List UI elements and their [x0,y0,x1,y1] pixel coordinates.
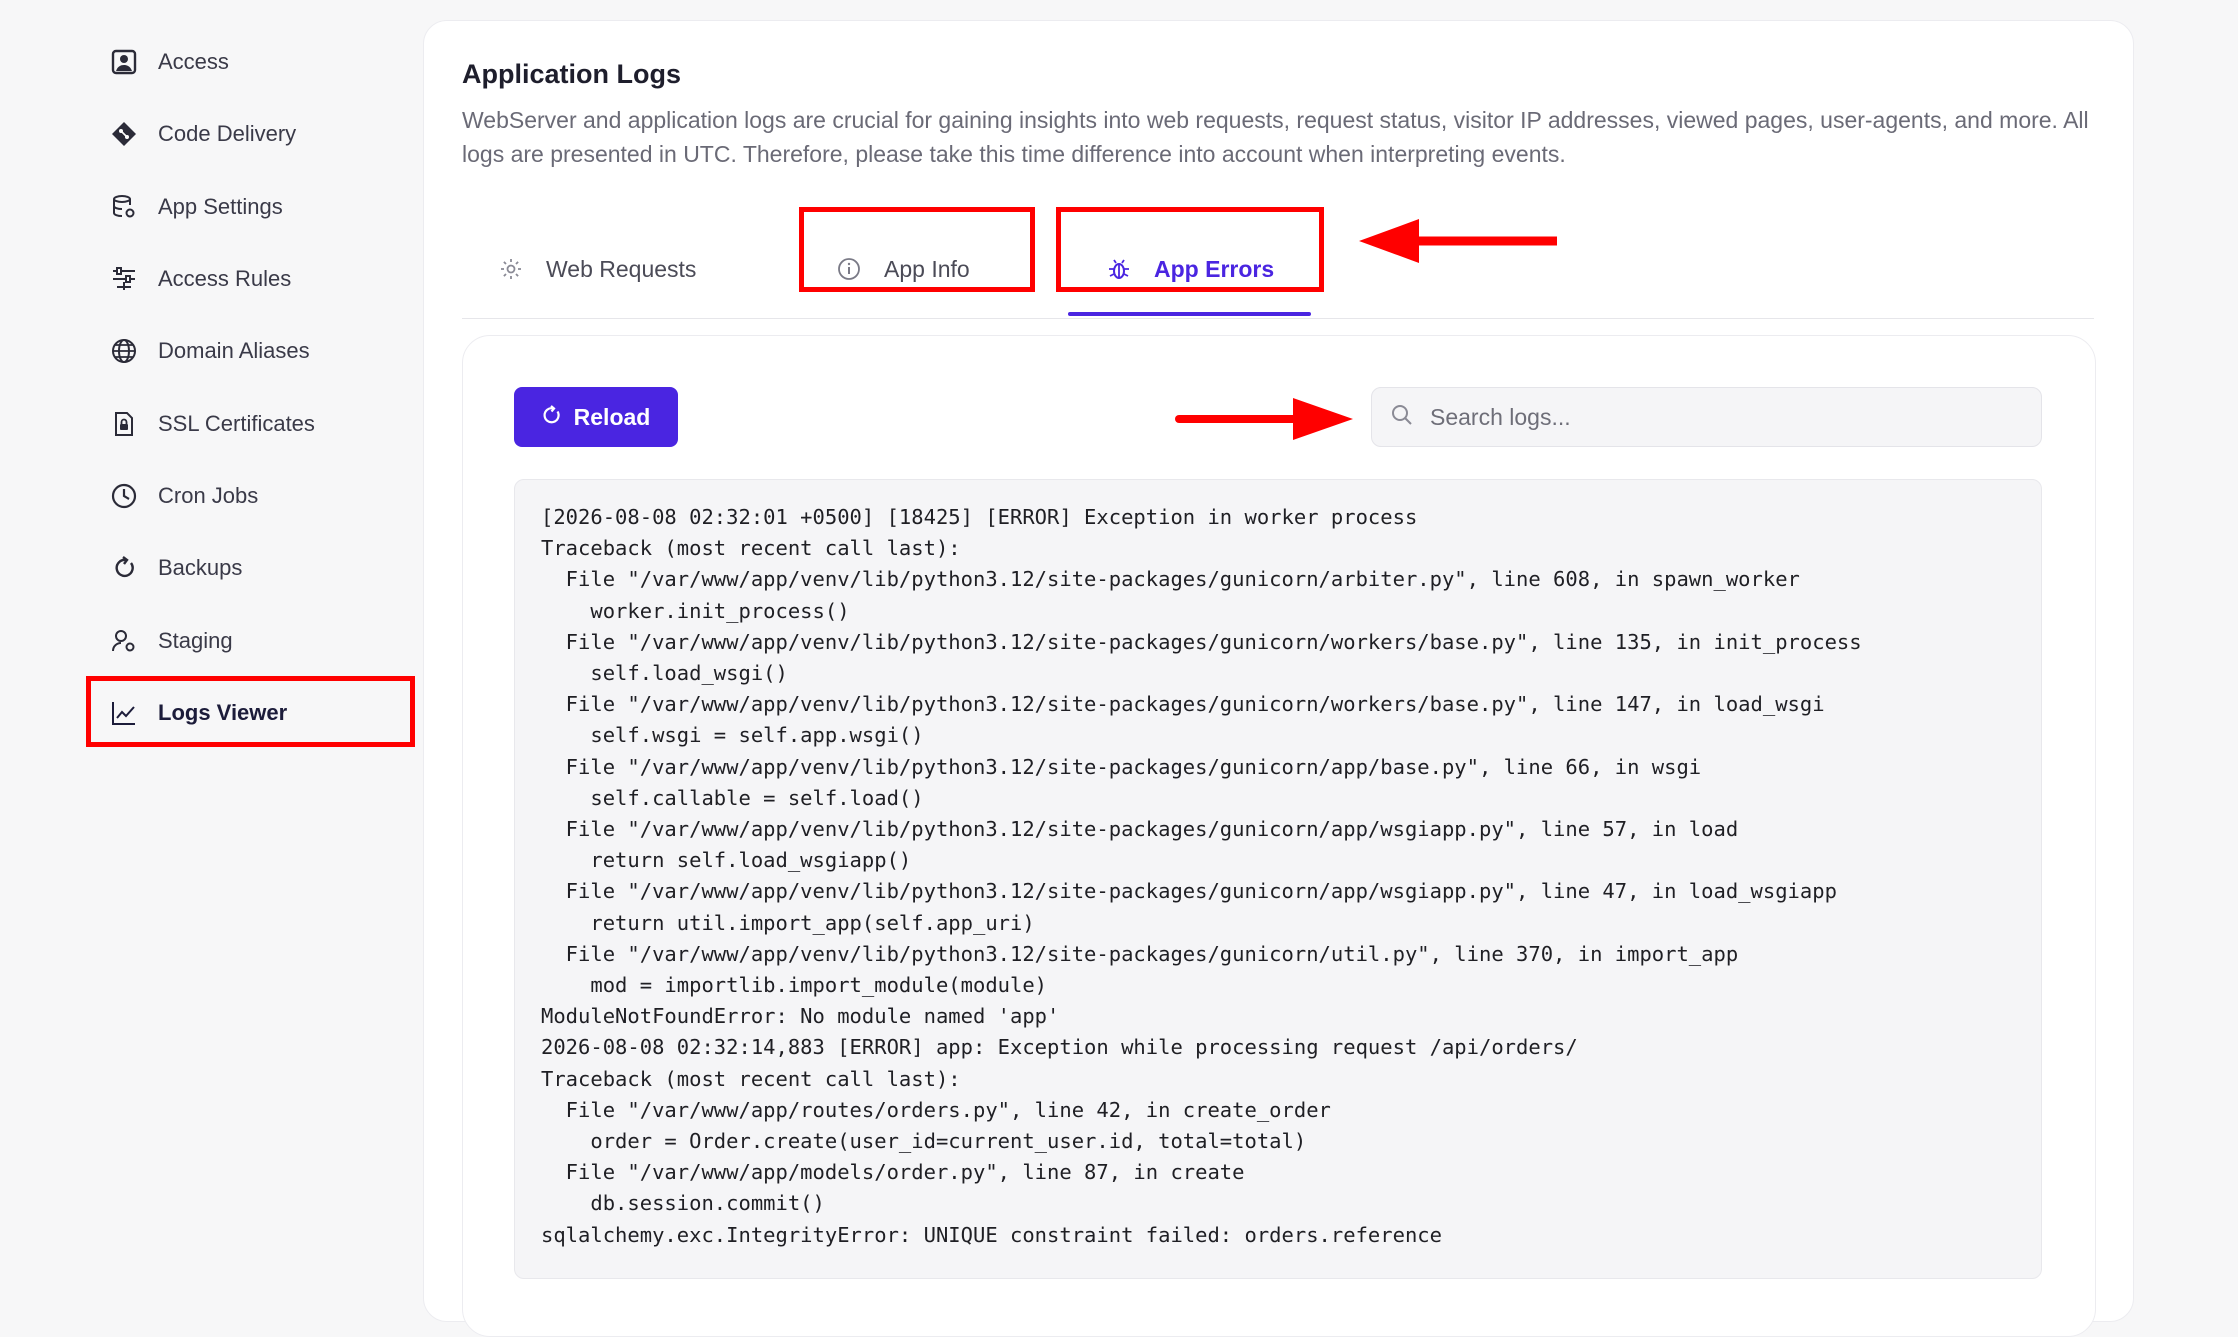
sidebar-item-label: Code Delivery [158,121,297,146]
page-description: WebServer and application logs are cruci… [462,107,2089,167]
page-title: Application Logs [462,59,681,89]
log-line: sqlalchemy.exc.IntegrityError: UNIQUE co… [541,1222,1442,1247]
log-line: db.session.commit() [590,1191,825,1216]
annotation-highlight-box [86,676,415,747]
sidebar: Access Code Delivery App Settings Access… [0,0,420,1298]
tab-web-requests[interactable]: Web Requests [498,221,696,317]
sidebar-item-cron-jobs[interactable]: Cron Jobs [110,476,258,516]
logs-card: Reload [2026-08-08 02:32:01 +0500] [1842… [462,335,2096,1337]
log-line: File "/var/www/app/venv/lib/python3.12/s… [565,567,1800,592]
main-panel: Application Logs WebServer and applicati… [423,20,2134,1337]
log-line: Traceback (most recent call last): [541,1066,961,1091]
log-line: worker.init_process() [590,598,850,623]
annotation-box-app-info [799,207,1035,292]
log-line: self.wsgi = self.app.wsgi() [590,723,924,748]
reload-label: Reload [573,403,651,430]
log-line: File "/var/www/app/venv/lib/python3.12/s… [565,817,1739,842]
filter-sliders-icon [110,265,138,293]
log-line: File "/var/www/app/venv/lib/python3.12/s… [565,879,1837,904]
reload-button[interactable]: Reload [514,387,678,447]
log-line: File "/var/www/app/venv/lib/python3.12/s… [565,692,1825,717]
annotation-arrow-right [1175,398,1353,440]
log-text: [2026-08-08 02:32:01 +0500] [18425] [ERR… [541,502,2015,1251]
log-output[interactable]: [2026-08-08 02:32:01 +0500] [18425] [ERR… [514,479,2042,1279]
log-line: self.load_wsgi() [590,661,788,686]
log-line: File "/var/www/app/venv/lib/python3.12/s… [565,754,1702,779]
sidebar-item-label: App Settings [158,194,283,219]
annotation-box-app-errors [1056,207,1324,292]
sidebar-item-ssl-certificates[interactable]: SSL Certificates [110,404,315,444]
log-line: return self.load_wsgiapp() [590,848,912,873]
user-card-icon [110,48,138,76]
sidebar-item-staging[interactable]: Staging [110,621,233,661]
search-icon [1390,403,1414,432]
log-line: self.callable = self.load() [590,785,924,810]
gear-icon [498,256,524,282]
refresh-icon [110,554,138,582]
active-tab-indicator [1068,312,1311,316]
tab-label: Web Requests [546,255,697,282]
log-line: ModuleNotFoundError: No module named 'ap… [541,1004,1060,1029]
annotation-arrow-left [1359,219,1557,263]
git-diamond-icon [110,120,138,148]
sidebar-item-label: Cron Jobs [158,483,259,508]
log-line: [2026-08-08 02:32:01 +0500] [18425] [ERR… [541,505,1418,529]
sidebar-item-label: SSL Certificates [158,411,315,436]
log-line: File "/var/www/app/venv/lib/python3.12/s… [565,629,1862,654]
log-line: File "/var/www/app/models/order.py", lin… [565,1160,1245,1185]
log-line: File "/var/www/app/routes/orders.py", li… [565,1097,1331,1122]
clock-icon [110,482,138,510]
sidebar-item-label: Domain Aliases [158,338,310,363]
sidebar-item-code-delivery[interactable]: Code Delivery [110,114,296,154]
sidebar-item-label: Backups [158,555,243,580]
database-settings-icon [110,193,138,221]
sidebar-item-label: Access Rules [158,266,292,291]
log-line: return util.import_app(self.app_uri) [590,910,1035,935]
log-line: mod = importlib.import_module(module) [590,973,1048,998]
globe-icon [110,337,138,365]
sidebar-item-domain-aliases[interactable]: Domain Aliases [110,331,310,371]
log-line: File "/var/www/app/venv/lib/python3.12/s… [565,941,1739,966]
user-gear-icon [110,627,138,655]
sidebar-item-label: Access [158,49,229,74]
sidebar-item-label: Staging [158,628,233,653]
sidebar-item-backups[interactable]: Backups [110,548,242,588]
sidebar-item-access[interactable]: Access [110,42,229,82]
log-line: Traceback (most recent call last): [541,536,961,561]
refresh-icon [542,404,562,431]
log-line: 2026-08-08 02:32:14,883 [ERROR] app: Exc… [541,1035,1578,1060]
sidebar-item-access-rules[interactable]: Access Rules [110,259,291,299]
sidebar-item-app-settings[interactable]: App Settings [110,187,283,227]
lock-file-icon [110,410,138,438]
search-field[interactable] [1371,387,2042,447]
search-input[interactable] [1428,402,2041,432]
log-line: order = Order.create(user_id=current_use… [590,1129,1307,1154]
